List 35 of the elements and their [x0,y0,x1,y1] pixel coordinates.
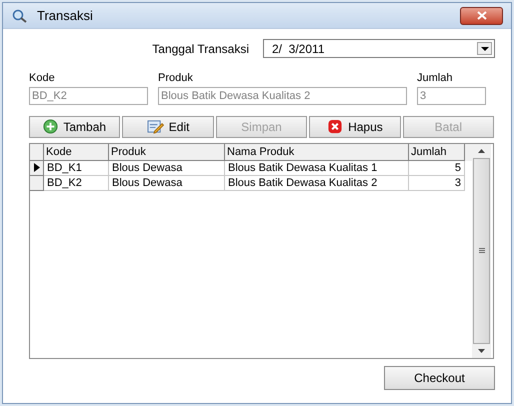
table-cell: 3 [409,176,465,190]
close-button[interactable] [460,6,503,24]
checkout-button[interactable]: Checkout [384,366,495,390]
window-title: Transaksi [37,6,94,25]
toolbar-button[interactable]: Tambah [29,116,120,138]
toolbar-button[interactable]: Edit [122,116,214,138]
date-label: Tanggal Transaksi [152,40,249,58]
column-header[interactable]: Kode [44,144,109,160]
close-icon [476,11,486,20]
column-header[interactable]: Nama Produk [225,144,409,160]
toolbar-button[interactable]: Hapus [309,116,401,138]
table-cell: Blous Dewasa [109,160,225,176]
date-picker[interactable]: 2/ 3/2011 [263,39,495,58]
plus-icon [43,119,58,134]
scrollbar[interactable] [472,144,491,358]
table-cell: Blous Batik Dewasa Kualitas 2 [225,176,409,190]
scroll-thumb[interactable] [473,158,490,344]
delete-icon [327,119,344,134]
current-row-icon [34,163,40,172]
field-label: Kode [29,71,56,86]
edit-icon [146,119,164,134]
table-cell: 5 [409,160,465,176]
table-cell: BD_K2 [44,176,109,190]
field-label: Produk [158,71,194,86]
table-cell: BD_K1 [44,160,109,176]
row-indicator[interactable] [30,160,44,176]
grip-icon [478,248,484,253]
table-cell: Blous Batik Dewasa Kualitas 1 [225,160,409,176]
magnifier-icon [11,8,29,22]
field-label: Jumlah [417,71,454,86]
column-header[interactable]: Jumlah [409,144,465,160]
column-header[interactable]: Produk [109,144,225,160]
scroll-down-icon [478,348,485,352]
scroll-up-icon [478,148,485,152]
table-cell: Blous Dewasa [109,176,225,190]
